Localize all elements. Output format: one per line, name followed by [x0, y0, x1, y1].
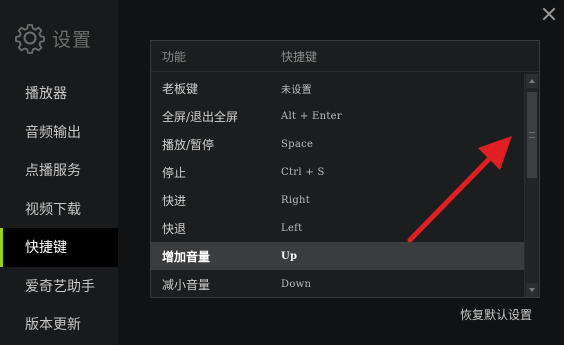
row-function: 快退 — [162, 221, 187, 236]
row-function: 快进 — [162, 193, 187, 208]
row-shortcut: Up — [281, 250, 298, 262]
sidebar-item-vod-service[interactable]: 点播服务 — [0, 151, 118, 190]
row-function: 播放/暂停 — [162, 137, 215, 152]
sidebar-item-audio-output[interactable]: 音频输出 — [0, 113, 118, 152]
row-function: 增加音量 — [162, 249, 211, 264]
window-title: 设置 — [52, 28, 93, 51]
column-header-shortcut: 快捷键 — [281, 49, 318, 64]
table-row[interactable]: 老板键 未设置 — [151, 74, 524, 102]
settings-window: 设置 播放器 音频输出 点播服务 视频下载 快捷键 爱奇艺助手 版本更新 功能 … — [0, 0, 564, 345]
row-shortcut: Ctrl + S — [281, 166, 325, 178]
sidebar-nav: 播放器 音频输出 点播服务 视频下载 快捷键 爱奇艺助手 版本更新 — [0, 74, 118, 344]
row-shortcut: Left — [281, 222, 303, 234]
scrollbar-thumb[interactable] — [527, 92, 537, 178]
row-shortcut: Space — [281, 138, 314, 150]
sidebar-item-iqiyi-assistant[interactable]: 爱奇艺助手 — [0, 267, 118, 306]
scroll-up-icon[interactable] — [526, 74, 538, 88]
scroll-down-icon[interactable] — [526, 283, 538, 297]
table-body: 老板键 未设置 全屏/退出全屏 Alt + Enter 播放/暂停 Space … — [151, 74, 524, 298]
table-row[interactable]: 播放/暂停 Space — [151, 130, 524, 158]
gear-icon — [15, 24, 45, 54]
row-shortcut: Alt + Enter — [281, 110, 342, 122]
restore-defaults-link[interactable]: 恢复默认设置 — [460, 306, 532, 323]
row-shortcut: Down — [281, 278, 312, 290]
table-row[interactable]: 减小音量 Down — [151, 270, 524, 298]
close-icon[interactable] — [540, 5, 558, 23]
row-function: 减小音量 — [162, 277, 211, 292]
column-header-function: 功能 — [162, 49, 187, 64]
table-row[interactable]: 快退 Left — [151, 214, 524, 242]
sidebar-item-player[interactable]: 播放器 — [0, 74, 118, 113]
sidebar-item-version-update[interactable]: 版本更新 — [0, 305, 118, 344]
sidebar-item-video-download[interactable]: 视频下载 — [0, 190, 118, 229]
row-function: 老板键 — [162, 81, 199, 96]
table-row[interactable]: 快进 Right — [151, 186, 524, 214]
table-header: 功能 快捷键 — [151, 41, 539, 72]
shortcut-table: 功能 快捷键 老板键 未设置 全屏/退出全屏 Alt + Enter 播放/暂停… — [150, 40, 540, 298]
sidebar-item-shortcuts[interactable]: 快捷键 — [0, 228, 118, 267]
table-row-selected[interactable]: 增加音量 Up — [151, 242, 524, 270]
sidebar: 设置 播放器 音频输出 点播服务 视频下载 快捷键 爱奇艺助手 版本更新 — [0, 0, 118, 345]
row-function: 全屏/退出全屏 — [162, 109, 239, 124]
table-scrollbar[interactable] — [524, 74, 538, 297]
table-row[interactable]: 全屏/退出全屏 Alt + Enter — [151, 102, 524, 130]
brand: 设置 — [14, 22, 92, 54]
row-shortcut: 未设置 — [281, 84, 312, 96]
table-row[interactable]: 停止 Ctrl + S — [151, 158, 524, 186]
row-function: 停止 — [162, 165, 187, 180]
row-shortcut: Right — [281, 194, 311, 206]
